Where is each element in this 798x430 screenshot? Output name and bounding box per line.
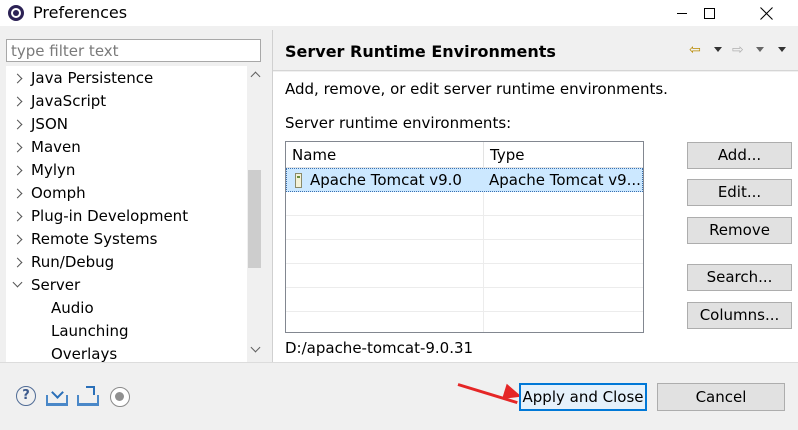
chevron-right-icon[interactable] [12,211,23,222]
table-row-empty [286,240,643,264]
scroll-down-icon[interactable] [250,342,261,353]
forward-dropdown-icon[interactable] [756,47,764,52]
view-menu-icon[interactable] [778,47,786,52]
page-description: Add, remove, or edit server runtime envi… [285,80,668,98]
runtime-list-label: Server runtime environments: [285,114,512,132]
page-body: Add, remove, or edit server runtime envi… [273,72,798,362]
cancel-button[interactable]: Cancel [657,383,785,411]
runtime-name: Apache Tomcat v9.0 [310,171,462,189]
runtime-location: D:/apache-tomcat-9.0.31 [285,339,474,357]
search-button[interactable]: Search... [687,264,792,291]
tree-item-label: Mylyn [31,161,76,179]
tree-item-label: Plug-in Development [31,207,189,225]
chevron-right-icon[interactable] [12,188,23,199]
chevron-right-icon[interactable] [12,96,23,107]
chevron-right-icon[interactable] [12,257,23,268]
table-row-empty [286,264,643,288]
server-icon [295,173,302,188]
edit-button[interactable]: Edit... [687,179,792,206]
table-row[interactable]: Apache Tomcat v9.0 Apache Tomcat v9... [286,168,643,192]
tree-item-label: Oomph [31,184,86,202]
apply-and-close-button[interactable]: Apply and Close [519,383,647,411]
scroll-up-icon[interactable] [250,71,261,82]
chevron-right-icon[interactable] [12,73,23,84]
close-icon [760,7,773,20]
add-button[interactable]: Add... [687,142,792,169]
table-row-empty [286,288,643,312]
maximize-button[interactable] [686,0,732,26]
preference-tree[interactable]: Java Persistence JavaScript JSON Maven M… [6,66,261,362]
chevron-right-icon[interactable] [12,165,23,176]
page-header: Server Runtime Environments ⇦ ⇨ [273,30,798,71]
tree-item-label: JSON [31,115,68,133]
back-arrow-icon[interactable]: ⇦ [689,42,701,58]
table-row-empty [286,216,643,240]
table-row-empty [286,192,643,216]
tree-item-label: Maven [31,138,81,156]
tree-item-label: Launching [51,322,129,340]
column-header-type[interactable]: Type [484,142,643,168]
columns-button[interactable]: Columns... [687,302,792,329]
back-dropdown-icon[interactable] [714,47,722,52]
window-title: Preferences [33,3,128,22]
title-bar: Preferences [0,0,798,26]
chevron-down-icon[interactable] [12,277,23,288]
tree-item-label: JavaScript [31,92,107,110]
help-icon[interactable]: ? [16,386,36,406]
forward-arrow-icon[interactable]: ⇨ [732,42,744,58]
import-icon[interactable] [46,386,70,408]
column-header-name[interactable]: Name [286,142,484,168]
maximize-icon [703,7,715,19]
tree-item-label: Server [31,276,81,294]
scrollbar-thumb[interactable] [248,170,261,268]
eclipse-icon [8,5,24,21]
chevron-right-icon[interactable] [12,142,23,153]
page-title: Server Runtime Environments [285,42,556,61]
export-icon[interactable] [77,386,101,408]
filter-input[interactable] [6,39,261,62]
tree-item-label: Java Persistence [31,69,154,87]
chevron-right-icon[interactable] [12,234,23,245]
table-row-empty [286,312,643,332]
remove-button[interactable]: Remove [687,217,792,244]
runtime-table[interactable]: Name Type Apache Tomcat v9.0 Apache Tomc… [285,141,644,333]
runtime-type: Apache Tomcat v9... [489,171,641,189]
tree-scrollbar[interactable] [247,66,261,362]
tree-item-label: Remote Systems [31,230,158,248]
tree-item-label: Audio [51,299,94,317]
tree-item-label: Overlays [51,345,118,362]
tree-item-label: Run/Debug [31,253,115,271]
chevron-right-icon[interactable] [12,119,23,130]
record-icon[interactable] [110,387,130,407]
close-button[interactable] [743,0,789,26]
